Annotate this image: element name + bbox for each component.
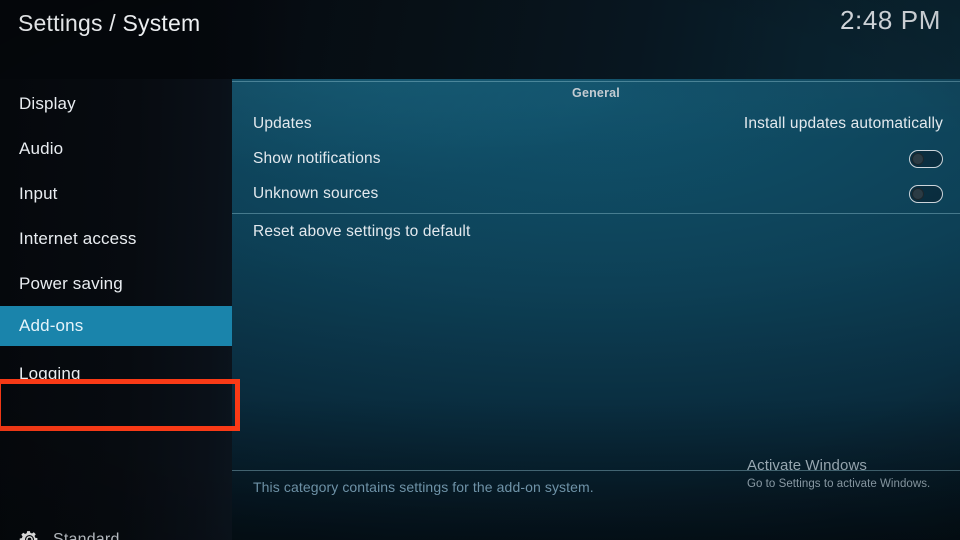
- sidebar-item-power-saving[interactable]: Power saving: [0, 264, 232, 304]
- watermark-subtitle: Go to Settings to activate Windows.: [747, 478, 931, 490]
- setting-value: Install updates automatically: [743, 115, 943, 132]
- sidebar-item-add-ons[interactable]: Add-ons: [0, 306, 232, 346]
- divider-middle: [232, 213, 960, 214]
- sidebar-item-display[interactable]: Display: [0, 84, 232, 124]
- sidebar-item-label: Logging: [19, 364, 81, 383]
- settings-level-button[interactable]: Standard: [19, 529, 120, 540]
- divider-top: [232, 81, 960, 82]
- sidebar-item-label: Add-ons: [19, 316, 84, 335]
- windows-activation-watermark: Activate Windows Go to Settings to activ…: [747, 457, 947, 492]
- category-description: This category contains settings for the …: [253, 479, 594, 495]
- toggle-knob: [912, 187, 924, 200]
- window-header: Settings / System 2:48 PM: [0, 0, 960, 79]
- sidebar-item-internet-access[interactable]: Internet access: [0, 219, 232, 259]
- reset-settings-label: Reset above settings to default: [253, 223, 471, 240]
- settings-level-label: Standard: [53, 530, 120, 540]
- sidebar-item-label: Audio: [19, 139, 64, 158]
- sidebar-item-label: Power saving: [19, 274, 123, 293]
- page-title: Settings / System: [18, 10, 201, 36]
- reset-settings-button[interactable]: Reset above settings to default: [253, 217, 943, 247]
- setting-label: Unknown sources: [253, 185, 379, 202]
- sidebar-item-audio[interactable]: Audio: [0, 129, 232, 169]
- setting-label: Show notifications: [253, 150, 381, 167]
- settings-panel: General Updates Install updates automati…: [232, 79, 960, 540]
- setting-row-updates[interactable]: Updates Install updates automatically: [253, 109, 943, 139]
- kodi-settings-screen: Settings / System 2:48 PM Display Audio …: [0, 0, 960, 540]
- setting-row-unknown-sources[interactable]: Unknown sources: [253, 179, 943, 209]
- toggle-show-notifications[interactable]: [909, 150, 943, 168]
- toggle-unknown-sources[interactable]: [909, 185, 943, 203]
- sidebar-item-label: Internet access: [19, 229, 137, 248]
- sidebar-item-label: Display: [19, 94, 76, 113]
- clock: 2:48 PM: [839, 5, 941, 35]
- watermark-title: Activate Windows: [747, 457, 867, 474]
- sidebar: Display Audio Input Internet access Powe…: [0, 79, 240, 540]
- sidebar-item-logging[interactable]: Logging: [0, 354, 232, 394]
- divider-bottom: [232, 470, 960, 471]
- settings-group-title: General: [572, 86, 620, 100]
- sidebar-item-label: Input: [19, 184, 58, 203]
- toggle-knob: [912, 152, 924, 165]
- sidebar-item-input[interactable]: Input: [0, 174, 232, 214]
- setting-label: Updates: [253, 115, 312, 132]
- gear-icon: [19, 529, 40, 540]
- setting-row-show-notifications[interactable]: Show notifications: [253, 144, 943, 174]
